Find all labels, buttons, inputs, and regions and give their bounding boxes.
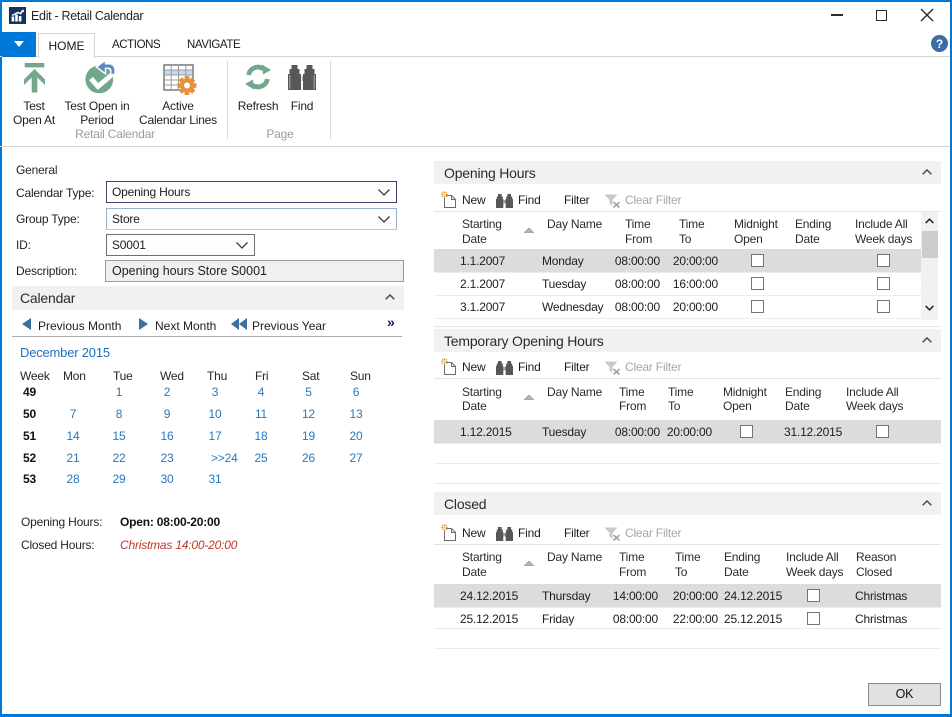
svg-text:?: ? (936, 37, 943, 51)
